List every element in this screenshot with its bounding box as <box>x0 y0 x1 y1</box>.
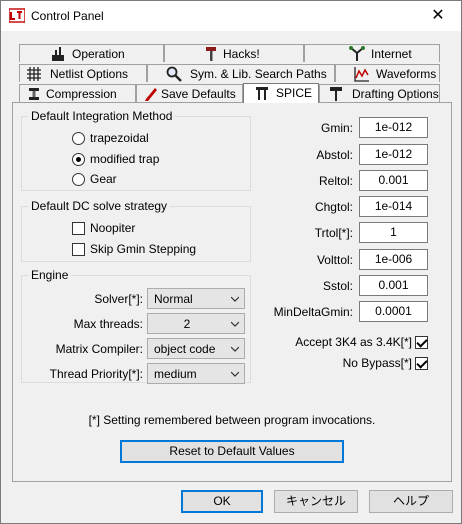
window-title: Control Panel <box>31 9 104 23</box>
control-panel-window: Control Panel ✕ Operation Hacks! Interne… <box>0 0 462 524</box>
tab-search-paths[interactable]: Sym. & Lib. Search Paths <box>147 64 335 82</box>
radio-label: trapezoidal <box>90 131 149 145</box>
radio-trapezoidal[interactable] <box>72 132 85 145</box>
hammer-icon <box>206 47 216 61</box>
accept-3k4-label: Accept 3K4 as 3.4K[*] <box>295 335 412 349</box>
title-bar: Control Panel ✕ <box>1 1 461 31</box>
tab-drafting-options[interactable]: Drafting Options <box>319 84 440 102</box>
tab-compression[interactable]: Compression <box>19 84 136 102</box>
radio-gear[interactable] <box>72 173 85 186</box>
ltspice-app-icon <box>9 8 25 23</box>
drafting-icon <box>330 87 342 101</box>
threads-label: Max threads: <box>73 317 143 331</box>
select-value: Normal <box>154 292 193 306</box>
spice-tab-panel: Default Integration Method trapezoidal m… <box>12 102 452 482</box>
select-value: object code <box>154 342 216 356</box>
tab-label: Drafting Options <box>352 87 439 101</box>
solver-label: Solver[*]: <box>94 292 143 306</box>
network-icon <box>349 46 365 61</box>
chgtol-label: Chgtol: <box>314 200 353 214</box>
no-bypass-label: No Bypass[*] <box>342 356 412 370</box>
abstol-field[interactable]: 1e-012 <box>359 144 428 165</box>
select-value: medium <box>154 367 197 381</box>
group-legend: Default DC solve strategy <box>28 199 171 213</box>
engine-group: Engine Solver[*]: Normal Max threads: 2 … <box>21 268 251 384</box>
operation-icon <box>52 47 64 61</box>
gmin-label: Gmin: <box>320 121 353 135</box>
tab-operation[interactable]: Operation <box>19 44 164 62</box>
tab-internet[interactable]: Internet <box>304 44 440 62</box>
select-value: 2 <box>183 317 191 331</box>
skip-gmin-checkbox[interactable] <box>72 243 85 256</box>
pencil-icon <box>145 88 157 101</box>
reset-defaults-button[interactable]: Reset to Default Values <box>120 440 344 463</box>
dc-solve-strategy-group: Default DC solve strategy Noopiter Skip … <box>21 199 251 262</box>
volttol-field[interactable]: 1e-006 <box>359 249 428 270</box>
chevron-down-icon <box>231 321 239 327</box>
abstol-label: Abstol: <box>316 148 353 162</box>
tab-label: Internet <box>371 47 412 61</box>
max-threads-select[interactable]: 2 <box>147 313 245 334</box>
tab-label: Compression <box>46 87 117 101</box>
tab-save-defaults[interactable]: Save Defaults <box>136 84 243 102</box>
trtol-label: Trtol[*]: <box>314 226 353 240</box>
tab-label: SPICE <box>276 86 313 100</box>
magnifier-icon <box>166 66 182 82</box>
tab-label: Hacks! <box>223 47 260 61</box>
spice-icon <box>256 87 268 100</box>
mindeltagmin-field[interactable]: 0.0001 <box>359 301 428 322</box>
mindeltagmin-label: MinDeltaGmin: <box>273 305 353 319</box>
group-legend: Default Integration Method <box>28 109 176 123</box>
radio-modified-trap[interactable] <box>72 153 85 166</box>
tab-spice[interactable]: SPICE <box>243 83 319 103</box>
tab-label: Save Defaults <box>161 87 236 101</box>
help-button[interactable]: ヘルプ <box>369 490 453 513</box>
chevron-down-icon <box>231 371 239 377</box>
accept-3k4-checkbox[interactable] <box>415 336 428 349</box>
no-bypass-checkbox[interactable] <box>415 357 428 370</box>
volttol-label: Volttol: <box>316 253 353 267</box>
tab-waveforms[interactable]: Waveforms <box>335 64 440 82</box>
compiler-label: Matrix Compiler: <box>55 342 143 356</box>
remembered-note: [*] Setting remembered between program i… <box>88 413 376 427</box>
waveform-icon <box>354 67 369 82</box>
tab-label: Operation <box>72 47 125 61</box>
sstol-label: Sstol: <box>322 279 353 293</box>
trtol-field[interactable]: 1 <box>359 222 428 243</box>
tab-hacks[interactable]: Hacks! <box>164 44 304 62</box>
ok-button[interactable]: OK <box>181 490 263 513</box>
reltol-field[interactable]: 0.001 <box>359 170 428 191</box>
thread-priority-select[interactable]: medium <box>147 363 245 384</box>
chevron-down-icon <box>231 346 239 352</box>
gmin-field[interactable]: 1e-012 <box>359 117 428 138</box>
compression-icon <box>29 88 39 100</box>
tab-label: Sym. & Lib. Search Paths <box>190 67 327 81</box>
priority-label: Thread Priority[*]: <box>49 367 143 381</box>
tab-netlist-options[interactable]: Netlist Options <box>19 64 147 82</box>
cancel-button[interactable]: キャンセル <box>274 490 358 513</box>
matrix-compiler-select[interactable]: object code <box>147 338 245 359</box>
tab-label: Netlist Options <box>50 67 129 81</box>
checkbox-label: Noopiter <box>90 221 136 235</box>
radio-label: Gear <box>90 172 117 186</box>
chevron-down-icon <box>231 296 239 302</box>
sstol-field[interactable]: 0.001 <box>359 275 428 296</box>
checkbox-label: Skip Gmin Stepping <box>90 242 197 256</box>
integration-method-group: Default Integration Method trapezoidal m… <box>21 109 251 191</box>
group-legend: Engine <box>28 268 72 282</box>
noopiter-checkbox[interactable] <box>72 222 85 235</box>
netlist-grid-icon <box>27 67 41 81</box>
chgtol-field[interactable]: 1e-014 <box>359 196 428 217</box>
reltol-label: Reltol: <box>318 174 353 188</box>
solver-select[interactable]: Normal <box>147 288 245 309</box>
radio-label: modified trap <box>90 152 160 166</box>
close-button[interactable]: ✕ <box>415 1 461 31</box>
tab-label: Waveforms <box>376 67 437 81</box>
